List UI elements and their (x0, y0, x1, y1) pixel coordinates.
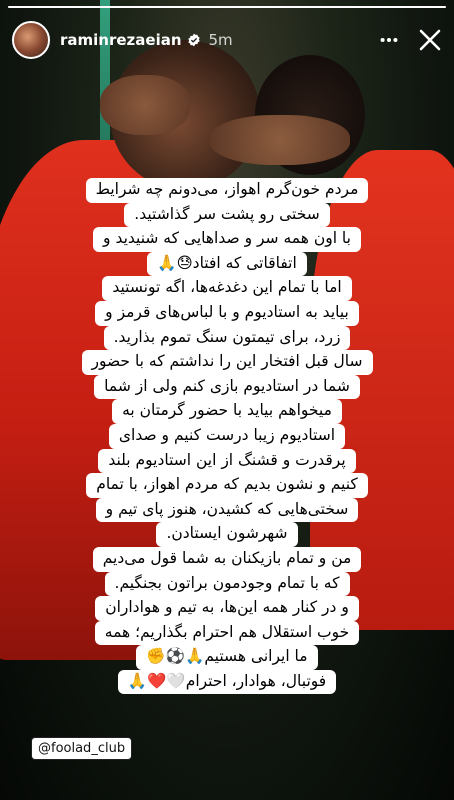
story-text-line: کنیم و نشون بدیم که مردم اهواز، با تمام (86, 473, 368, 498)
player-arm-2 (210, 115, 350, 165)
story-text-line: فوتبال، هوادار، احترام🤍❤️🙏 (117, 669, 337, 695)
story-text-row: که با تمام وجودمون براتون بجنگیم. (0, 571, 454, 597)
timestamp: 5m (208, 31, 233, 49)
story-text-line: شما در استادیوم بازی کنم ولی از شما (94, 374, 360, 400)
close-icon[interactable] (418, 28, 442, 52)
story-text-row: شما در استادیوم بازی کنم ولی از شما (0, 374, 454, 400)
story-text-line: ما ایرانی هستیم🙏⚽✊ (136, 645, 318, 670)
story-text-line: اما با تمام این دغدغه‌ها، اگه تونستید (102, 276, 352, 301)
story-text-line: سختی‌هایی که کشیدن، هنوز پای تیم و (95, 497, 359, 523)
story-text-row: خوب استقلال هم احترام بگذاریم؛ همه (0, 620, 454, 646)
story-text-line: مردم خون‌گرم اهواز، می‌دونم چه شرایط (85, 178, 369, 203)
story-text-line: اتفاقاتی که افتاد😓🙏 (147, 251, 307, 277)
story-text-row: سختی رو پشت سر گذاشتید. (0, 202, 454, 228)
story-text-line: و در کنار همه این‌ها، به تیم و هواداران (95, 596, 359, 621)
story-text-row: میخواهم بیاید با حضور گرمتان به (0, 399, 454, 424)
story-text-row: شهرشون ایستادن. (0, 522, 454, 547)
story-header: raminrezaeian 5m (12, 20, 442, 60)
story-text-row: پرقدرت و قشنگ از این استادیوم بلند (0, 448, 454, 474)
username[interactable]: raminrezaeian (60, 31, 182, 49)
story-text-line: سختی رو پشت سر گذاشتید. (124, 202, 330, 228)
story-text-line: میخواهم بیاید با حضور گرمتان به (112, 399, 342, 424)
avatar[interactable] (12, 21, 50, 59)
story-text-row: سختی‌هایی که کشیدن، هنوز پای تیم و (0, 497, 454, 523)
story-text-line: سال قبل افتخار این را نداشتم که با حضور (81, 350, 373, 375)
story-viewer[interactable]: raminrezaeian 5m مردم خون‌گرم اهواز، می‌… (0, 0, 454, 800)
story-progress-bar (8, 6, 446, 8)
story-text-line: زرد، برای تیمتون سنگ تموم بذارید. (103, 325, 351, 351)
mention-sticker[interactable]: @foolad_club (31, 737, 133, 760)
story-text-line: با اون همه سر و صداهایی که شنیدید و (93, 227, 361, 252)
story-text-row: با اون همه سر و صداهایی که شنیدید و (0, 227, 454, 252)
story-text-line: پرقدرت و قشنگ از این استادیوم بلند (98, 448, 356, 474)
story-text-row: فوتبال، هوادار، احترام🤍❤️🙏 (0, 669, 454, 695)
story-text-row: و در کنار همه این‌ها، به تیم و هواداران (0, 596, 454, 621)
verified-badge-icon (187, 33, 200, 47)
story-text-row: اتفاقاتی که افتاد😓🙏 (0, 251, 454, 277)
story-text-line: بیاید به استادیوم و با لباس‌های قرمز و (95, 300, 359, 326)
story-text-line: استادیوم زیبا درست کنیم و صدای (108, 423, 346, 449)
story-text-row: بیاید به استادیوم و با لباس‌های قرمز و (0, 300, 454, 326)
story-text-row: زرد، برای تیمتون سنگ تموم بذارید. (0, 325, 454, 351)
story-text-line: خوب استقلال هم احترام بگذاریم؛ همه (94, 620, 360, 646)
story-text-row: استادیوم زیبا درست کنیم و صدای (0, 423, 454, 449)
story-text-block: مردم خون‌گرم اهواز، می‌دونم چه شرایط سختی… (0, 178, 454, 695)
story-progress-fill (8, 6, 446, 8)
story-text-line: شهرشون ایستادن. (156, 522, 298, 547)
story-text-line: من و تمام بازیکنان به شما قول می‌دیم (92, 546, 362, 572)
story-text-row: سال قبل افتخار این را نداشتم که با حضور (0, 350, 454, 375)
story-text-row: ما ایرانی هستیم🙏⚽✊ (0, 645, 454, 670)
story-text-row: من و تمام بازیکنان به شما قول می‌دیم (0, 546, 454, 572)
story-text-line: که با تمام وجودمون براتون بجنگیم. (104, 571, 350, 597)
more-icon[interactable] (378, 29, 400, 51)
story-text-row: کنیم و نشون بدیم که مردم اهواز، با تمام (0, 473, 454, 498)
player-arm (100, 75, 190, 135)
story-text-row: اما با تمام این دغدغه‌ها، اگه تونستید (0, 276, 454, 301)
story-text-row: مردم خون‌گرم اهواز، می‌دونم چه شرایط (0, 178, 454, 203)
